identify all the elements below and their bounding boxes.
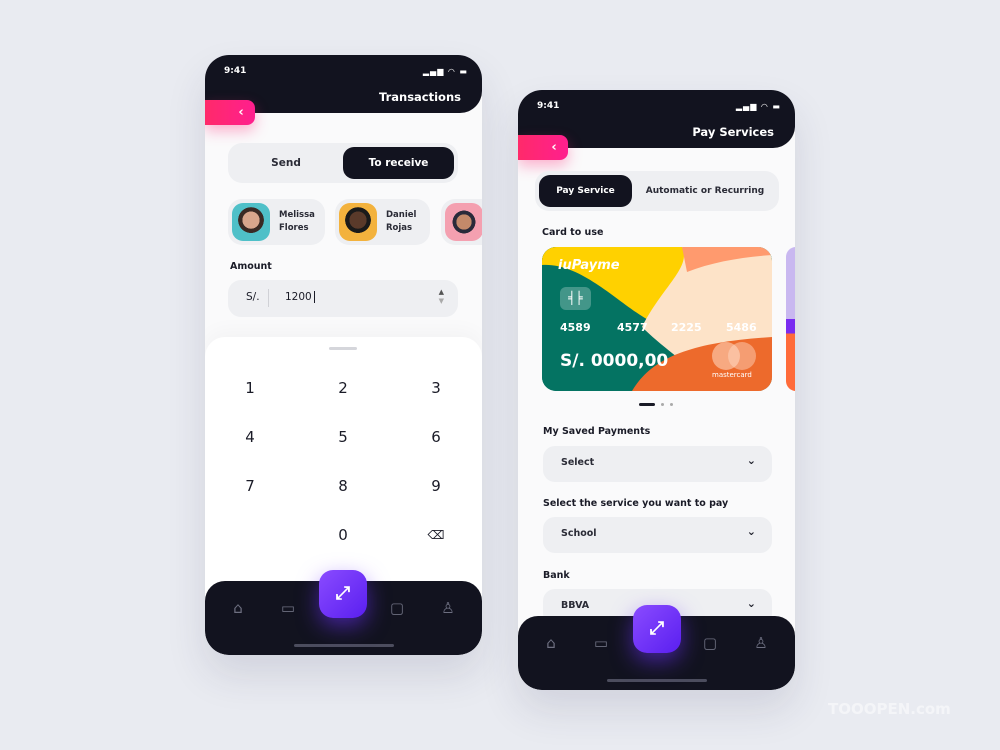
contact-chip[interactable] <box>441 199 482 245</box>
amount-value: 1200 <box>285 291 315 303</box>
chip-icon: ╡╞ <box>560 287 591 310</box>
backspace-icon[interactable]: ⌫ <box>406 520 466 550</box>
pay-services-screen: 9:41 ▂▄▆ ◠ ▬ Pay Services ‹ Pay Service … <box>518 90 795 690</box>
home-icon[interactable]: ⌂ <box>541 633 561 653</box>
contact-first-name: Melissa <box>279 210 315 220</box>
avatar <box>232 203 270 241</box>
home-indicator <box>294 644 394 647</box>
tab-to-receive[interactable]: To receive <box>343 147 454 179</box>
profile-icon[interactable]: ♙ <box>438 598 458 618</box>
page-title: Pay Services <box>692 125 774 139</box>
next-card-preview[interactable] <box>786 247 795 391</box>
back-button[interactable]: ‹ <box>205 100 255 125</box>
amount-label: Amount <box>230 261 272 272</box>
card-label: Card to use <box>542 227 604 238</box>
service-label: Select the service you want to pay <box>543 498 729 509</box>
transfer-button[interactable]: ⤢ <box>319 570 367 618</box>
card-number-group: 5486 <box>726 321 757 334</box>
bank-label: Bank <box>543 570 570 581</box>
key-5[interactable]: 5 <box>313 422 373 452</box>
chevron-down-icon: ⌄ <box>746 597 756 610</box>
tab-automatic-recurring[interactable]: Automatic or Recurring <box>635 175 775 207</box>
watermark: TOOOPEN.com <box>828 700 951 718</box>
status-icons: ▂▄▆ ◠ ▬ <box>735 102 781 111</box>
card-number-group: 4577 <box>617 321 648 334</box>
select-value: BBVA <box>561 600 590 611</box>
saved-payments-select[interactable]: Select ⌄ <box>543 446 772 482</box>
numeric-keypad: 1 2 3 4 5 6 7 8 9 0 ⌫ <box>205 337 482 597</box>
profile-icon[interactable]: ♙ <box>751 633 771 653</box>
wallet-icon[interactable]: ▭ <box>591 633 611 653</box>
contact-first-name: Daniel <box>386 210 417 220</box>
tab-pay-service[interactable]: Pay Service <box>539 175 632 207</box>
contact-last-name: Rojas <box>386 223 413 233</box>
status-time: 9:41 <box>537 101 560 111</box>
key-1[interactable]: 1 <box>220 373 280 403</box>
key-0[interactable]: 0 <box>313 520 373 550</box>
transfer-icon: ⤢ <box>335 583 351 604</box>
payment-card[interactable]: iuPayme ╡╞ 4589 4577 2225 5486 S/. 0000,… <box>542 247 772 391</box>
card-brand-logo: iuPayme <box>558 258 620 273</box>
key-7[interactable]: 7 <box>220 471 280 501</box>
card-network: mastercard <box>712 371 752 379</box>
select-value: School <box>561 528 597 539</box>
avatar <box>339 203 377 241</box>
transfer-button[interactable]: ⤢ <box>633 605 681 653</box>
payment-type-toggle: Pay Service Automatic or Recurring <box>535 171 779 211</box>
tab-send[interactable]: Send <box>232 147 340 179</box>
divider <box>268 289 269 307</box>
stepper-icon[interactable]: ▲ ▼ <box>439 288 444 306</box>
select-value: Select <box>561 457 595 468</box>
wallet-icon[interactable]: ▭ <box>278 598 298 618</box>
drag-handle[interactable] <box>329 347 357 350</box>
key-9[interactable]: 9 <box>406 471 466 501</box>
home-icon[interactable]: ⌂ <box>228 598 248 618</box>
transaction-type-toggle: Send To receive <box>228 143 458 183</box>
chat-icon[interactable]: ▢ <box>387 598 407 618</box>
chevron-down-icon: ⌄ <box>746 525 756 538</box>
carousel-dot-active[interactable] <box>639 403 655 406</box>
contact-chip[interactable]: Daniel Rojas <box>335 199 430 245</box>
chevron-left-icon: ‹ <box>238 105 244 120</box>
back-button[interactable]: ‹ <box>518 135 568 160</box>
key-8[interactable]: 8 <box>313 471 373 501</box>
status-icons: ▂▄▆ ◠ ▬ <box>422 67 468 76</box>
avatar <box>445 203 482 241</box>
key-2[interactable]: 2 <box>313 373 373 403</box>
status-time: 9:41 <box>224 66 247 76</box>
contact-last-name: Flores <box>279 223 309 233</box>
card-number-group: 2225 <box>671 321 702 334</box>
card-balance: S/. 0000,00 <box>560 351 669 371</box>
contact-chip[interactable]: Melissa Flores <box>228 199 325 245</box>
key-6[interactable]: 6 <box>406 422 466 452</box>
carousel-dot[interactable] <box>661 403 664 406</box>
carousel-dot[interactable] <box>670 403 673 406</box>
service-select[interactable]: School ⌄ <box>543 517 772 553</box>
saved-payments-label: My Saved Payments <box>543 426 651 437</box>
key-3[interactable]: 3 <box>406 373 466 403</box>
chevron-left-icon: ‹ <box>551 140 557 155</box>
key-4[interactable]: 4 <box>220 422 280 452</box>
page-title: Transactions <box>379 90 461 104</box>
transfer-icon: ⤢ <box>649 618 665 639</box>
chevron-down-icon: ⌄ <box>746 454 756 467</box>
chat-icon[interactable]: ▢ <box>700 633 720 653</box>
home-indicator <box>607 679 707 682</box>
transactions-screen: 9:41 ▂▄▆ ◠ ▬ Transactions ‹ Send To rece… <box>205 55 482 655</box>
card-number-group: 4589 <box>560 321 591 334</box>
currency-prefix: S/. <box>246 291 260 303</box>
amount-input[interactable]: S/. 1200 ▲ ▼ <box>228 280 458 317</box>
mastercard-icon <box>728 342 756 370</box>
